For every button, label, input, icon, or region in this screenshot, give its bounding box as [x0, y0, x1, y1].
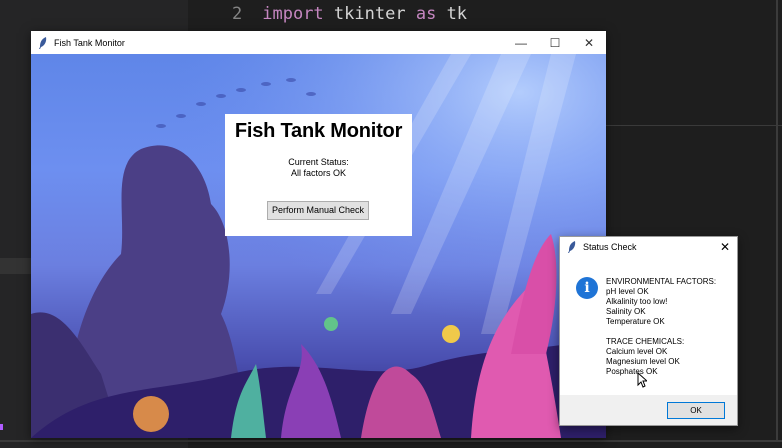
- temperature-status: Temperature OK: [606, 317, 665, 326]
- feather-icon: [568, 241, 576, 253]
- dialog-title-bar[interactable]: Status Check ✕: [560, 237, 737, 257]
- phosphates-status: Posphates OK: [606, 367, 658, 376]
- maximize-button[interactable]: ☐: [538, 36, 572, 50]
- panel-heading: Fish Tank Monitor: [234, 120, 403, 142]
- calcium-status: Calcium level OK: [606, 347, 668, 356]
- mouse-cursor-icon: [637, 372, 647, 388]
- aquarium-scene: [31, 54, 606, 438]
- status-label: Current Status:: [288, 157, 349, 167]
- dialog-title: Status Check: [583, 242, 637, 252]
- code-line: 2 import tkinter as tk: [232, 4, 467, 24]
- keyword-as: as: [415, 4, 437, 24]
- salinity-status: Salinity OK: [606, 307, 646, 316]
- magnesium-status: Magnesium level OK: [606, 357, 680, 366]
- status-text: Current Status: All factors OK: [225, 157, 412, 179]
- frame-border-bottom: [0, 440, 782, 442]
- status-panel: Fish Tank Monitor Current Status: All fa…: [225, 114, 412, 236]
- info-icon: i: [576, 277, 598, 299]
- message-gap: [606, 327, 716, 337]
- alkalinity-status: Alkalinity too low!: [606, 297, 668, 306]
- aquarium-background: Fish Tank Monitor Current Status: All fa…: [31, 54, 606, 438]
- keyword-import: import: [262, 4, 324, 24]
- dialog-message: ENVIRONMENTAL FACTORS: pH level OK Alkal…: [606, 277, 716, 377]
- ok-button[interactable]: OK: [667, 402, 725, 419]
- module-name: tkinter: [333, 4, 406, 24]
- editor-divider: [606, 125, 782, 126]
- status-value: All factors OK: [290, 168, 346, 178]
- feather-icon: [39, 36, 47, 49]
- close-button[interactable]: ✕: [572, 36, 606, 50]
- module-alias: tk: [446, 4, 468, 24]
- main-window: Fish Tank Monitor — ☐ ✕ Fish Tank Monito…: [31, 31, 606, 438]
- ph-status: pH level OK: [606, 287, 649, 296]
- trace-heading: TRACE CHEMICALS:: [606, 337, 685, 346]
- minimize-button[interactable]: —: [504, 36, 538, 50]
- dialog-close-button[interactable]: ✕: [713, 240, 737, 254]
- dialog-body: i ENVIRONMENTAL FACTORS: pH level OK Alk…: [560, 257, 737, 395]
- frame-border-right: [776, 0, 778, 440]
- window-title: Fish Tank Monitor: [54, 37, 125, 48]
- activity-indicator: [0, 424, 3, 430]
- title-bar[interactable]: Fish Tank Monitor — ☐ ✕: [31, 31, 606, 54]
- line-number: 2: [232, 4, 243, 24]
- env-heading: ENVIRONMENTAL FACTORS:: [606, 277, 717, 286]
- manual-check-button[interactable]: Perform Manual Check: [267, 201, 370, 220]
- status-check-dialog: Status Check ✕ i ENVIRONMENTAL FACTORS: …: [559, 236, 738, 426]
